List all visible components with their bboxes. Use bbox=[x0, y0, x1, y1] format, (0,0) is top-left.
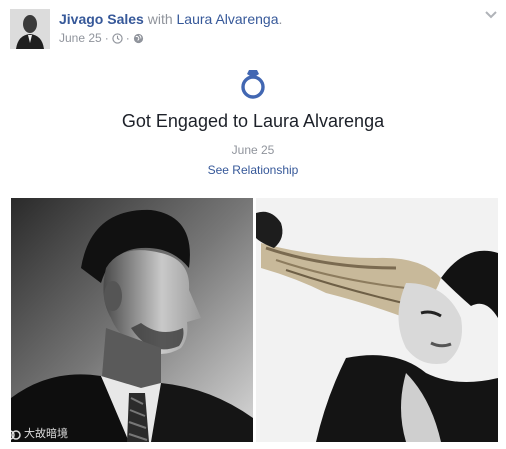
chevron-down-icon[interactable] bbox=[484, 10, 498, 20]
with-text: with bbox=[143, 11, 177, 27]
meta-separator: · bbox=[104, 31, 109, 45]
author-name-link[interactable]: Jivago Sales bbox=[59, 11, 144, 27]
meta-separator: · bbox=[125, 31, 130, 45]
see-relationship-link[interactable]: See Relationship bbox=[208, 163, 299, 177]
watermark: 大故暗境 bbox=[5, 428, 68, 441]
tagged-person-link[interactable]: Laura Alvarenga bbox=[177, 11, 279, 27]
photo-man-portrait[interactable] bbox=[11, 198, 253, 442]
post-meta: June 25 · · bbox=[59, 31, 144, 45]
watermark-logo bbox=[5, 429, 21, 440]
post-header: Jivago Sales with Laura Alvarenga. bbox=[59, 11, 282, 27]
see-relationship-container: See Relationship bbox=[0, 163, 506, 177]
clock-icon bbox=[112, 32, 123, 44]
watermark-text: 大故暗境 bbox=[24, 428, 68, 440]
tagged-suffix: . bbox=[278, 11, 283, 27]
life-event-title: Got Engaged to Laura Alvarenga bbox=[121, 111, 385, 131]
author-avatar[interactable] bbox=[10, 9, 50, 49]
post-card: Jivago Sales with Laura Alvarenga. June … bbox=[0, 0, 506, 449]
avatar-image bbox=[10, 9, 50, 49]
life-event-date: June 25 bbox=[231, 143, 275, 157]
ring-icon bbox=[241, 70, 265, 99]
photo-woman-portrait[interactable] bbox=[256, 198, 498, 442]
woman-portrait-image bbox=[256, 198, 498, 442]
globe-icon[interactable] bbox=[133, 33, 144, 44]
man-portrait-image bbox=[11, 198, 253, 442]
post-date-link[interactable]: June 25 bbox=[59, 31, 102, 45]
life-event-icon-wrap bbox=[0, 68, 506, 100]
